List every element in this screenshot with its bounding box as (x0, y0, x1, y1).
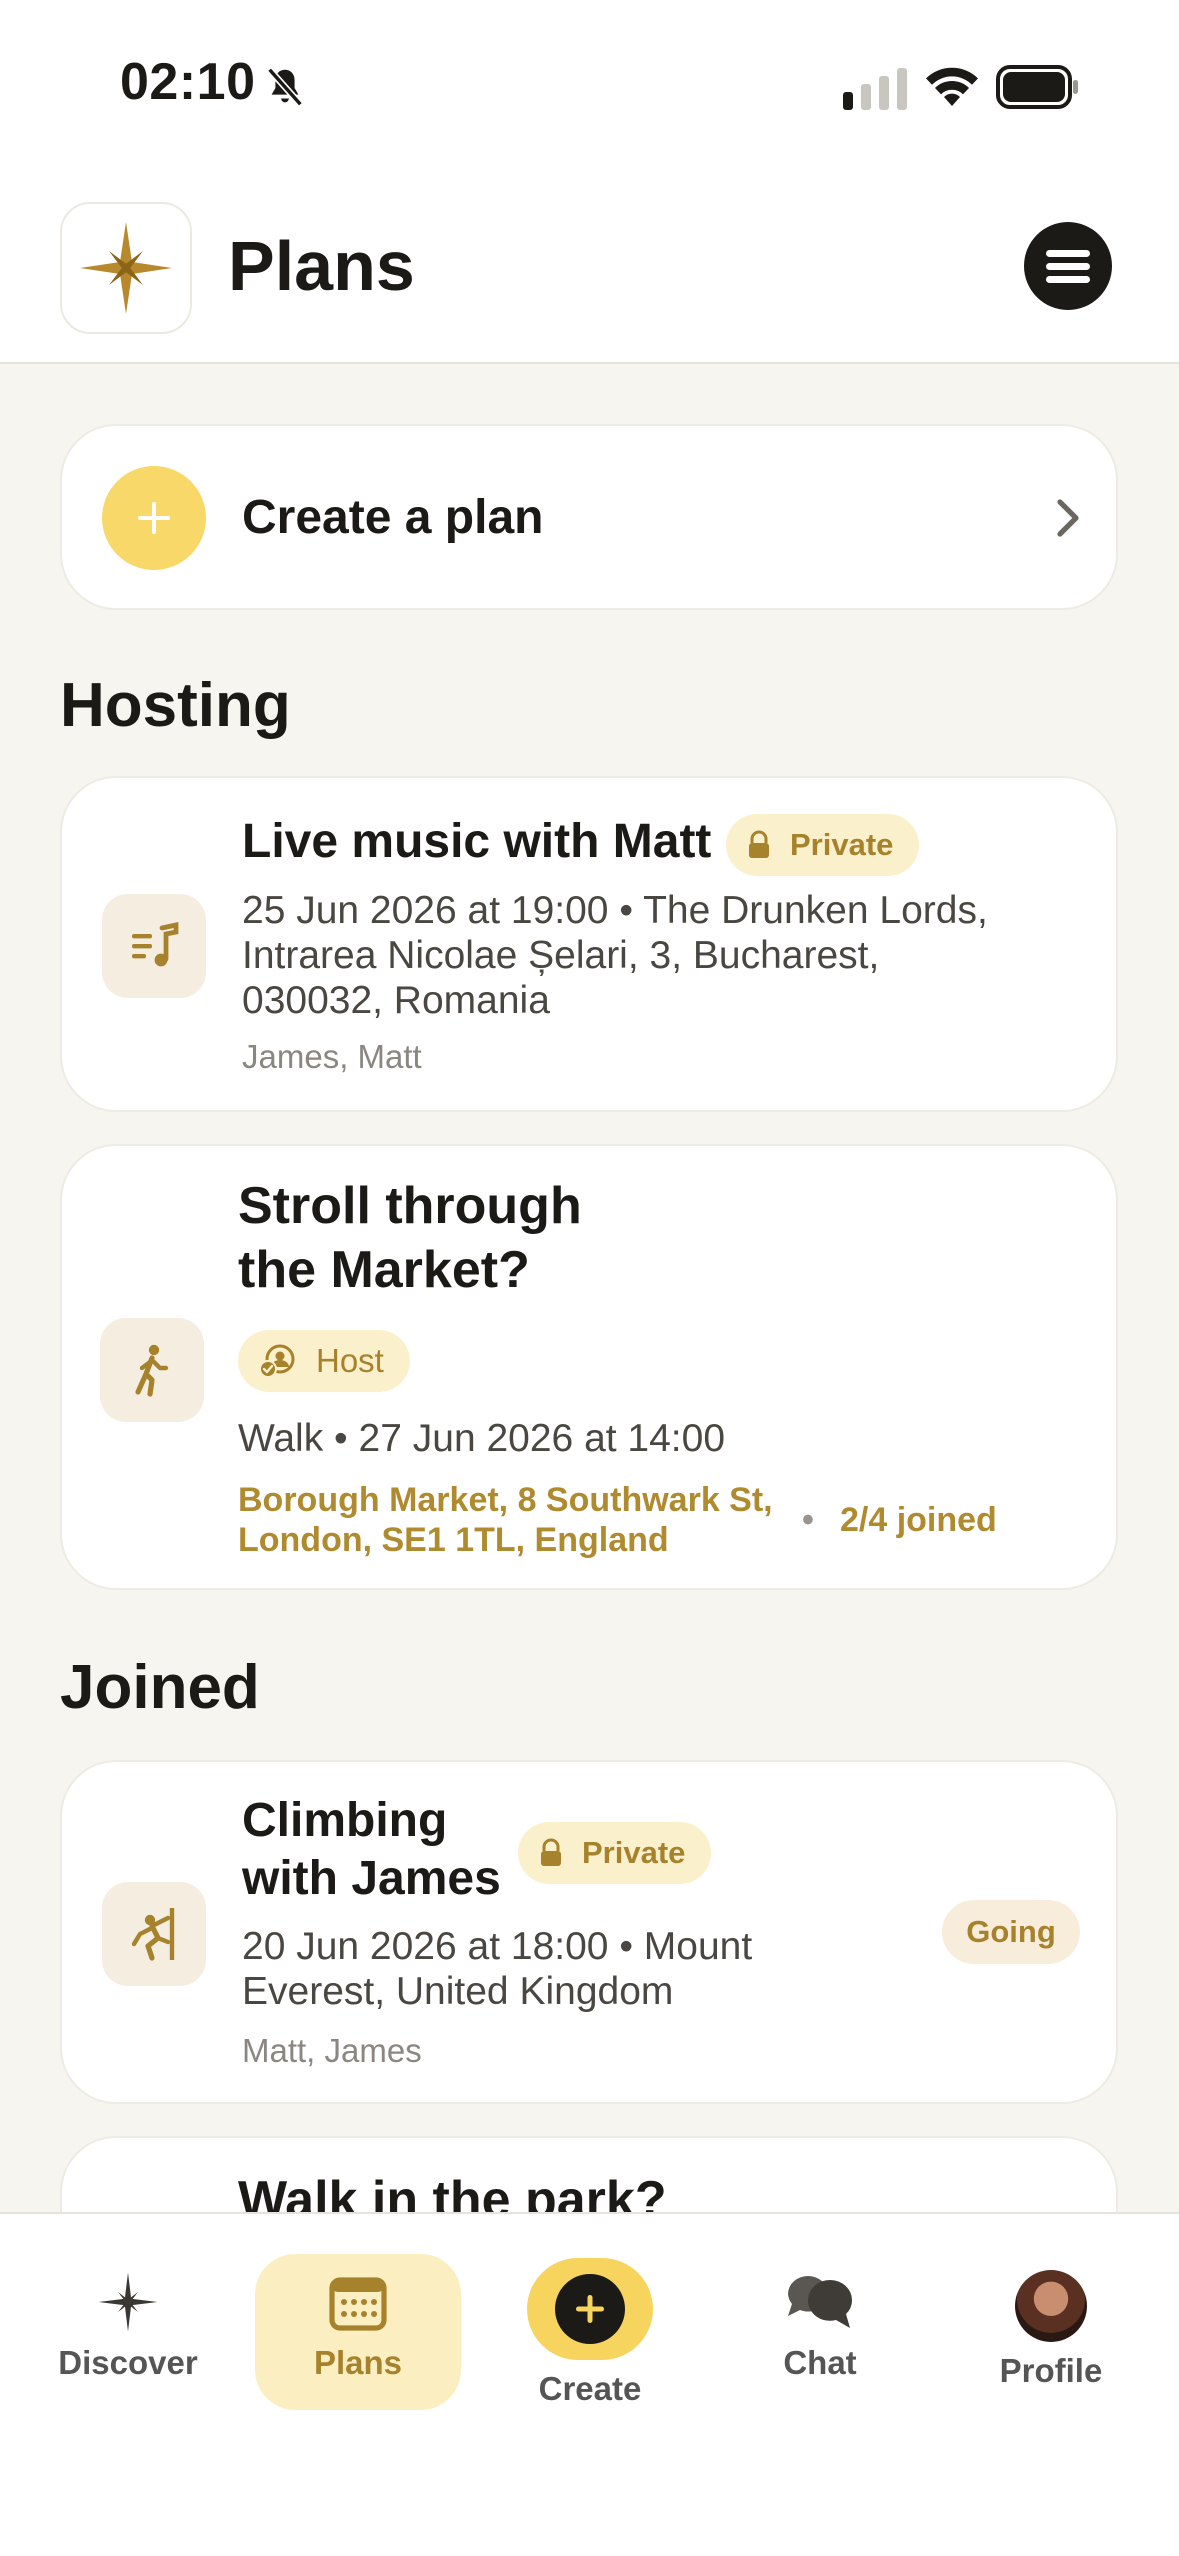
joined-count: 2/4 joined (840, 1501, 997, 1539)
music-icon (102, 894, 206, 998)
nav-label: Chat (783, 2344, 857, 2381)
plus-icon (555, 2274, 625, 2344)
plus-icon (102, 466, 206, 570)
menu-button[interactable] (1024, 222, 1112, 310)
plan-attendees: Matt, James (242, 2032, 422, 2069)
battery-icon (996, 65, 1078, 109)
page-title: Plans (228, 227, 415, 305)
status-bar: 02:10 (0, 0, 1179, 170)
app-header: Plans (0, 170, 1179, 364)
badge-label: Host (316, 1342, 384, 1379)
plan-details: Walk • 27 Jun 2026 at 14:00 (238, 1417, 726, 1460)
plan-location-line: London, SE1 1TL, England (238, 1521, 669, 1559)
nav-label: Profile (999, 2352, 1103, 2389)
calendar-icon (329, 2277, 387, 2331)
plan-details-line: 030032, Romania (242, 979, 550, 1022)
bell-off-icon (267, 67, 303, 107)
private-badge: Private (518, 1822, 712, 1884)
lock-icon (541, 1838, 561, 1866)
nav-chat[interactable]: Chat (740, 2270, 900, 2382)
section-title-hosting: Hosting (60, 671, 291, 740)
create-plan-label: Create a plan (242, 491, 544, 544)
plan-title: Stroll through the Market? (238, 1174, 582, 1302)
host-badge: Host (238, 1330, 410, 1392)
plan-title-line: the Market? (238, 1241, 530, 1299)
create-button[interactable] (527, 2258, 653, 2360)
app-logo (60, 202, 192, 334)
chevron-right-icon (1057, 499, 1079, 537)
plan-title-line: with James (242, 1852, 501, 1905)
nav-label: Discover (58, 2344, 198, 2381)
nav-plans[interactable]: Plans (278, 2270, 438, 2382)
plan-title: Live music with Matt (242, 815, 712, 868)
badge-label: Private (790, 827, 894, 862)
plan-title: Climbing with James (242, 1792, 501, 1908)
plan-card[interactable]: Live music with Matt Private 25 Jun 2026… (60, 776, 1118, 1112)
wifi-icon (926, 67, 978, 106)
compass-star-icon (80, 222, 172, 314)
climbing-icon (102, 1882, 206, 1986)
separator-dot: • (802, 1501, 814, 1539)
plan-title-line: Climbing (242, 1794, 448, 1847)
status-badge: Going (942, 1900, 1080, 1964)
nav-label: Create (538, 2370, 642, 2407)
plan-card[interactable]: Climbing with James Private 20 Jun 2026 … (60, 1760, 1118, 2104)
chat-bubbles-icon (788, 2276, 853, 2328)
plan-details-line: 25 Jun 2026 at 19:00 • The Drunken Lords… (242, 889, 988, 932)
nav-label: Plans (313, 2344, 403, 2381)
plan-title-line: Stroll through (238, 1177, 582, 1235)
plan-details-line: Everest, United Kingdom (242, 1970, 674, 2013)
nav-profile[interactable]: Profile (971, 2270, 1131, 2390)
menu-line (1046, 249, 1090, 257)
walk-icon (100, 1318, 204, 1422)
bottom-nav: Discover Plans Create Chat Profile (0, 2212, 1179, 2556)
plan-card[interactable]: Stroll through the Market? Host Walk • 2… (60, 1144, 1118, 1590)
avatar (1015, 2270, 1087, 2342)
private-badge: Private (726, 814, 920, 876)
plan-details-line: 20 Jun 2026 at 18:00 • Mount (242, 1925, 753, 1968)
plan-attendees: James, Matt (242, 1038, 422, 1075)
status-time: 02:10 (120, 53, 256, 111)
menu-line (1046, 275, 1090, 283)
signal-icon (843, 68, 907, 110)
host-icon (259, 1344, 295, 1378)
create-plan-card[interactable]: Create a plan (60, 424, 1118, 610)
nav-create[interactable]: Create (510, 2258, 670, 2408)
plan-location-line: Borough Market, 8 Southwark St, (238, 1481, 773, 1519)
nav-discover[interactable]: Discover (48, 2270, 208, 2382)
plan-details: 25 Jun 2026 at 19:00 • The Drunken Lords… (242, 888, 988, 1023)
compass-star-icon (98, 2272, 158, 2332)
plan-location: Borough Market, 8 Southwark St, London, … (238, 1480, 773, 1560)
lock-icon (749, 830, 769, 858)
section-title-joined: Joined (60, 1653, 260, 1722)
menu-line (1046, 262, 1090, 270)
plan-details-line: Intrarea Nicolae Șelari, 3, Bucharest, (242, 934, 880, 977)
badge-label: Private (582, 1835, 686, 1870)
plan-details: 20 Jun 2026 at 18:00 • Mount Everest, Un… (242, 1924, 752, 2014)
